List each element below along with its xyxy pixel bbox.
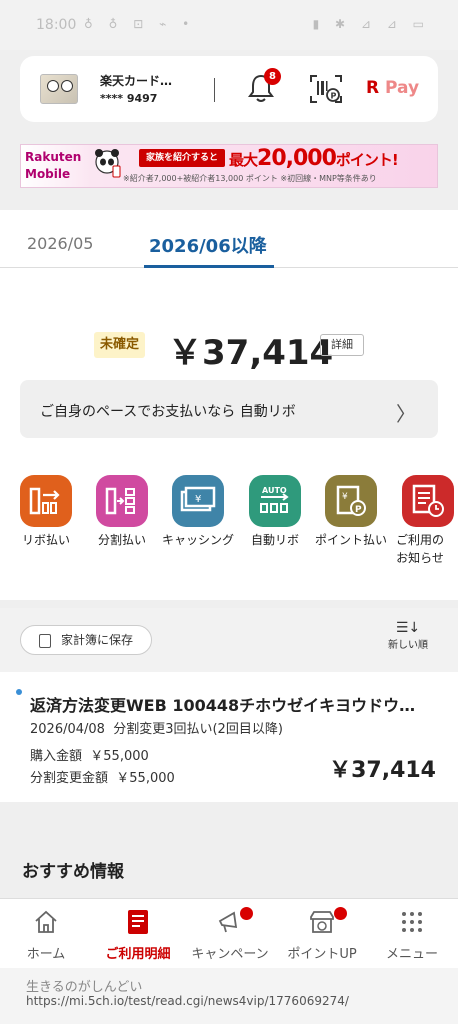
sort-icon: ☰↓	[395, 620, 421, 636]
unread-dot	[16, 689, 22, 695]
nav-point-up[interactable]: ポイントUP	[276, 907, 368, 962]
scan-point-icon[interactable]: P	[309, 74, 343, 104]
nav-home[interactable]: ホーム	[0, 907, 92, 962]
store-point-icon	[276, 907, 368, 937]
changed-amount-row: 分割変更金額 ￥55,000	[30, 771, 175, 786]
quick-action-point-pay[interactable]: ¥ P ポイント払い	[315, 475, 387, 547]
statement-icon	[92, 907, 184, 937]
tab-2026-05[interactable]: 2026/05	[27, 234, 93, 253]
nav-campaign[interactable]: キャンペーン	[184, 907, 276, 962]
rakuten-mobile-logo: Rakuten Mobile	[25, 150, 82, 181]
svg-text:P: P	[331, 92, 337, 101]
month-tabs: 2026/05 2026/06以降	[0, 210, 458, 268]
transaction-amount: ￥37,414	[329, 758, 436, 783]
rakuten-pay-logo[interactable]: R Pay	[366, 78, 419, 98]
card-header: 楽天カード… **** 9497 8 P R Pay	[20, 56, 438, 122]
status-notification-icons: ♁ ♁ ⊡ ⌁ •	[84, 17, 196, 31]
quick-action-label: ご利用の お知らせ	[395, 533, 444, 565]
panda-mascot-icon	[95, 149, 121, 178]
active-tab-indicator	[144, 265, 274, 268]
quick-action-cashing[interactable]: ¥ キャッシング	[162, 475, 234, 547]
auto-revo-icon: AUTO	[249, 475, 301, 527]
calculator-icon	[39, 634, 51, 648]
quick-action-usage-notice[interactable]: ご利用の お知らせ	[396, 475, 454, 565]
billing-panel: 2026/05 2026/06以降 未確定 ￥37,414 詳細 ご自身のペース…	[0, 210, 458, 600]
transaction-title: 返済方法変更WEB 100448チホウゼイキヨウドウ…	[30, 696, 416, 715]
megaphone-icon	[184, 907, 276, 937]
svg-text:¥: ¥	[195, 494, 201, 505]
installment-icon	[96, 475, 148, 527]
recommend-title: おすすめ情報	[22, 862, 124, 882]
grid-menu-icon	[366, 907, 458, 937]
list-toolbar: 家計簿に保存 ☰↓ 新しい順	[0, 608, 458, 672]
status-badge: 未確定	[94, 332, 146, 358]
banner-pill-text: 家族を紹介すると	[139, 149, 225, 167]
card-number: **** 9497	[100, 92, 158, 105]
transaction-row[interactable]: 返済方法変更WEB 100448チホウゼイキヨウドウ… 2026/04/08 分…	[0, 672, 458, 802]
cashing-icon: ¥	[172, 475, 224, 527]
svg-text:AUTO: AUTO	[262, 486, 287, 495]
chevron-right-icon: 〉	[396, 402, 416, 426]
point-pay-icon: ¥ P	[325, 475, 377, 527]
card-name[interactable]: 楽天カード…	[100, 72, 172, 89]
quick-action-revo[interactable]: リボ払い	[20, 475, 72, 547]
footer-overlay: 生きるのがしんどい https://mi.5ch.io/test/read.cg…	[0, 968, 458, 1024]
campaign-dot	[240, 907, 253, 920]
status-system-icons: ▮ ✱ ⊿ ⊿ ▭	[312, 17, 430, 31]
sort-button[interactable]: ☰↓ 新しい順	[384, 620, 432, 651]
billing-amount: ￥37,414	[168, 333, 334, 373]
divider	[214, 78, 215, 102]
banner-note: ※紹介者7,000+被紹介者13,000 ポイント ※初回線・MNP等条件あり	[123, 174, 377, 183]
svg-text:¥: ¥	[342, 492, 348, 502]
usage-notice-icon	[402, 475, 454, 527]
detail-button[interactable]: 詳細	[320, 334, 364, 356]
revo-icon	[20, 475, 72, 527]
status-bar: 18:00 ♁ ♁ ⊡ ⌁ • ▮ ✱ ⊿ ⊿ ▭	[0, 0, 458, 50]
quick-action-auto-revo[interactable]: AUTO 自動リボ	[249, 475, 301, 547]
quick-action-installment[interactable]: 分割払い	[96, 475, 148, 547]
nav-menu[interactable]: メニュー	[366, 907, 458, 962]
card-thumbnail[interactable]	[40, 74, 78, 104]
svg-text:P: P	[355, 505, 362, 515]
status-time: 18:00	[36, 17, 77, 33]
bottom-nav: ホーム ご利用明細 キャンペーン ポイントUP メニュー	[0, 898, 458, 968]
auto-revo-text: ご自身のペースでお支払いなら 自動リボ	[40, 404, 296, 420]
tab-2026-06[interactable]: 2026/06以降	[149, 232, 267, 258]
recommend-section: おすすめ情報	[0, 802, 458, 898]
purchase-amount-row: 購入金額 ￥55,000	[30, 749, 149, 764]
footer-url: https://mi.5ch.io/test/read.cgi/news4vip…	[26, 994, 349, 1008]
sort-label: 新しい順	[388, 640, 428, 651]
home-icon	[0, 907, 92, 937]
point-up-dot	[334, 907, 347, 920]
banner-headline: 最大20,000ポイント!	[229, 146, 399, 171]
promo-banner[interactable]: Rakuten Mobile 家族を紹介すると 最大20,000ポイント! ※紹…	[20, 144, 438, 188]
notification-badge: 8	[264, 68, 281, 85]
auto-revo-link[interactable]: ご自身のペースでお支払いなら 自動リボ 〉	[20, 380, 438, 438]
transaction-list: 家計簿に保存 ☰↓ 新しい順 返済方法変更WEB 100448チホウゼイキヨウド…	[0, 608, 458, 802]
transaction-date-plan: 2026/04/08 分割変更3回払い(2回目以降)	[30, 722, 283, 737]
save-to-budget-button[interactable]: 家計簿に保存	[20, 625, 152, 655]
footer-title: 生きるのがしんどい	[26, 980, 143, 995]
nav-statement[interactable]: ご利用明細	[92, 907, 184, 962]
